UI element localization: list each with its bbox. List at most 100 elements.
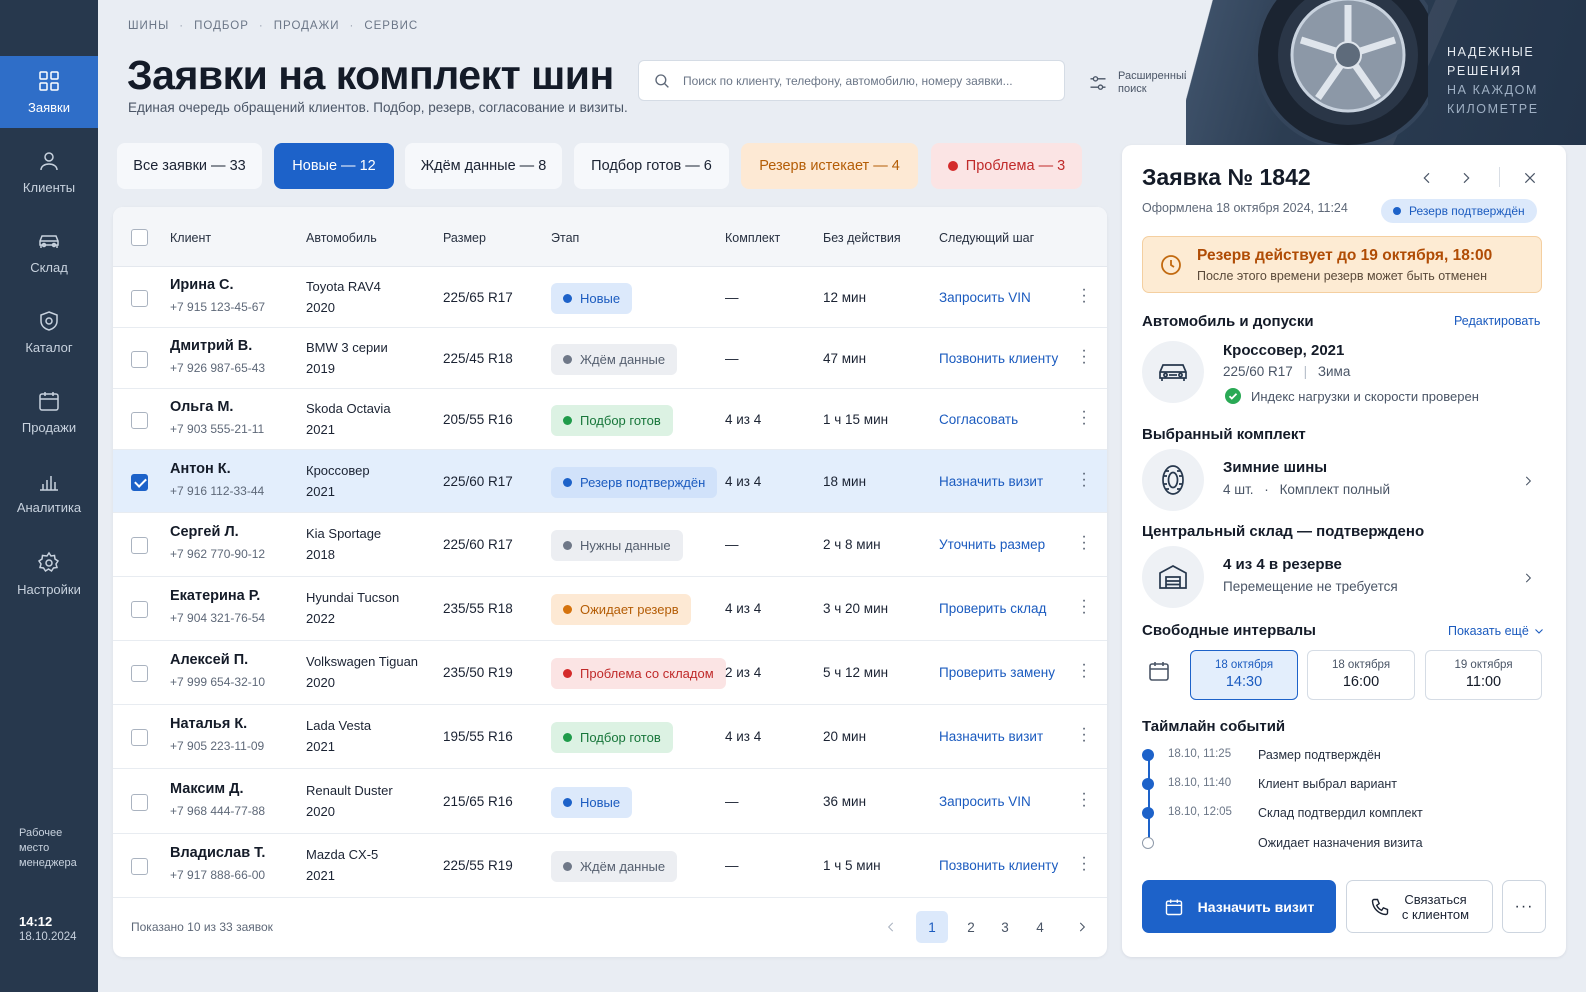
sidebar-item-catalog[interactable]: Каталог — [0, 296, 98, 368]
row-checkbox[interactable] — [131, 351, 148, 368]
row-checkbox[interactable] — [131, 729, 148, 746]
time-slot[interactable]: 18 октября 14:30 — [1190, 650, 1298, 700]
row-checkbox[interactable] — [131, 290, 148, 307]
tab-reserve-expiring[interactable]: Резерв истекает — 4 — [741, 143, 918, 189]
car-year: 2022 — [306, 611, 335, 626]
row-checkbox[interactable] — [131, 474, 148, 491]
tab-label: Проблема — 3 — [965, 158, 1066, 174]
next-step-link[interactable]: Запросить VIN — [939, 794, 1031, 809]
breadcrumb-item[interactable]: ШИНЫ — [128, 20, 169, 32]
select-all-checkbox[interactable] — [131, 229, 148, 246]
next-step-link[interactable]: Проверить склад — [939, 601, 1046, 616]
row-checkbox[interactable] — [131, 537, 148, 554]
row-checkbox[interactable] — [131, 794, 148, 811]
page-button[interactable]: 2 — [955, 911, 987, 943]
table-row[interactable]: Ольга М. +7 903 555-21-11 Skoda Octavia 202… — [113, 389, 1107, 450]
stage-label: Подбор готов — [580, 413, 661, 428]
column-header[interactable]: Комплект — [725, 231, 780, 245]
table-row[interactable]: Максим Д. +7 968 444-77-88 Renault Duster 2… — [113, 769, 1107, 834]
previous-request-button[interactable] — [1416, 167, 1438, 189]
next-step-link[interactable]: Назначить визит — [939, 729, 1043, 744]
table-row[interactable]: Сергей Л. +7 962 770-90-12 Kia Sportage 201… — [113, 513, 1107, 577]
row-menu-icon[interactable]: · · · — [1079, 529, 1089, 557]
tab-problem[interactable]: Проблема — 3 — [931, 143, 1082, 189]
page-button[interactable]: 1 — [916, 911, 948, 943]
column-header[interactable]: Без действия — [823, 231, 901, 245]
status-badge: Резерв подтверждён — [1381, 199, 1537, 223]
selected-kit-card[interactable]: Зимние шины 4 шт. · Комплект полный — [1142, 449, 1546, 513]
time-slot[interactable]: 19 октября 11:00 — [1425, 650, 1542, 700]
next-step-link[interactable]: Назначить визит — [939, 474, 1043, 489]
next-step-link[interactable]: Проверить замену — [939, 665, 1055, 680]
breadcrumb-item[interactable]: СЕРВИС — [364, 20, 418, 32]
close-panel-button[interactable] — [1519, 167, 1541, 189]
prev-page-button[interactable] — [875, 911, 907, 943]
page-button[interactable]: 4 — [1024, 911, 1056, 943]
sidebar-item-requests[interactable]: Заявки — [0, 56, 98, 128]
row-menu-icon[interactable]: · · · — [1079, 786, 1089, 814]
table-row[interactable]: Владислав Т. +7 917 888-66-00 Mazda CX-5 20… — [113, 834, 1107, 898]
next-step-link[interactable]: Позвонить клиенту — [939, 858, 1058, 873]
row-menu-icon[interactable]: · · · — [1079, 466, 1089, 494]
next-step-link[interactable]: Запросить VIN — [939, 290, 1031, 305]
row-menu-icon[interactable]: · · · — [1079, 721, 1089, 749]
table-row[interactable]: Антон К. +7 916 112-33-44 Кроссовер 2021 225… — [113, 450, 1107, 513]
edit-car-link[interactable]: Редактировать — [1454, 314, 1540, 328]
page-button[interactable]: 3 — [989, 911, 1021, 943]
row-menu-icon[interactable]: · · · — [1079, 404, 1089, 432]
tab-all[interactable]: Все заявки — 33 — [117, 143, 262, 189]
gear-icon — [37, 551, 60, 573]
row-checkbox[interactable] — [131, 601, 148, 618]
row-checkbox[interactable] — [131, 665, 148, 682]
row-checkbox[interactable] — [131, 858, 148, 875]
breadcrumb-separator: · — [258, 20, 264, 32]
tab-awaiting-data[interactable]: Ждём данные — 8 — [405, 143, 562, 189]
sidebar-item-settings[interactable]: Настройки — [0, 538, 98, 610]
row-menu-icon[interactable]: · · · — [1079, 850, 1089, 878]
tire-illustration — [1254, 0, 1428, 145]
table-row[interactable]: Ирина С. +7 915 123-45-67 Toyota RAV4 2020 2… — [113, 267, 1107, 328]
column-header[interactable]: Следующий шаг — [939, 231, 1034, 245]
sidebar-item-clients[interactable]: Клиенты — [0, 136, 98, 208]
schedule-visit-button[interactable]: Назначить визит — [1142, 880, 1336, 933]
breadcrumb-item[interactable]: ПРОДАЖИ — [274, 20, 340, 32]
show-more-slots-link[interactable]: Показать ещё — [1448, 624, 1545, 638]
stage-label: Подбор готов — [580, 730, 661, 745]
table-row[interactable]: Алексей П. +7 999 654-32-10 Volkswagen Tig… — [113, 641, 1107, 705]
calendar-icon — [1165, 899, 1182, 915]
next-request-button[interactable] — [1455, 167, 1477, 189]
sidebar-item-warehouse[interactable]: Склад — [0, 216, 98, 288]
next-page-button[interactable] — [1066, 911, 1098, 943]
next-step-link[interactable]: Уточнить размер — [939, 537, 1045, 552]
advanced-search-button[interactable]: Расширенный поиск — [1088, 70, 1192, 96]
workplace-note: Рабочее место менеджера — [19, 827, 77, 869]
stock-card[interactable]: 4 из 4 в резерве Перемещение не требуетс… — [1142, 546, 1546, 610]
stage-dot-icon — [563, 541, 572, 550]
row-checkbox[interactable] — [131, 412, 148, 429]
sidebar-item-sales[interactable]: Продажи — [0, 376, 98, 448]
contact-client-button[interactable]: Связаться с клиентом — [1346, 880, 1493, 933]
table-row[interactable]: Екатерина Р. +7 904 321-76-54 Hyundai Tucs… — [113, 577, 1107, 641]
client-phone: +7 968 444-77-88 — [170, 804, 266, 818]
calendar-button[interactable] — [1142, 650, 1176, 692]
more-actions-button[interactable]: ··· — [1502, 880, 1546, 933]
row-menu-icon[interactable]: · · · — [1079, 282, 1089, 310]
table-row[interactable]: Наталья К. +7 905 223-11-09 Lada Vesta 2021… — [113, 705, 1107, 769]
column-header[interactable]: Этап — [551, 231, 579, 245]
row-menu-icon[interactable]: · · · — [1079, 343, 1089, 371]
column-header[interactable]: Клиент — [170, 231, 211, 245]
tab-new[interactable]: Новые — 12 — [274, 143, 394, 189]
chevron-down-icon — [1534, 629, 1543, 634]
column-header[interactable]: Автомобиль — [306, 231, 377, 245]
column-header[interactable]: Размер — [443, 231, 486, 245]
table-row[interactable]: Дмитрий В. +7 926 987-65-43 BMW 3 серии 201… — [113, 328, 1107, 389]
sidebar-item-analytics[interactable]: Аналитика — [0, 456, 98, 528]
time-slot[interactable]: 18 октября 16:00 — [1307, 650, 1415, 700]
next-step-link[interactable]: Позвонить клиенту — [939, 351, 1058, 366]
row-menu-icon[interactable]: · · · — [1079, 593, 1089, 621]
tab-selection-ready[interactable]: Подбор готов — 6 — [574, 143, 729, 189]
breadcrumb-item[interactable]: ПОДБОР — [194, 20, 249, 32]
search-input[interactable] — [683, 73, 1043, 88]
row-menu-icon[interactable]: · · · — [1079, 657, 1089, 685]
next-step-link[interactable]: Согласовать — [939, 412, 1018, 427]
